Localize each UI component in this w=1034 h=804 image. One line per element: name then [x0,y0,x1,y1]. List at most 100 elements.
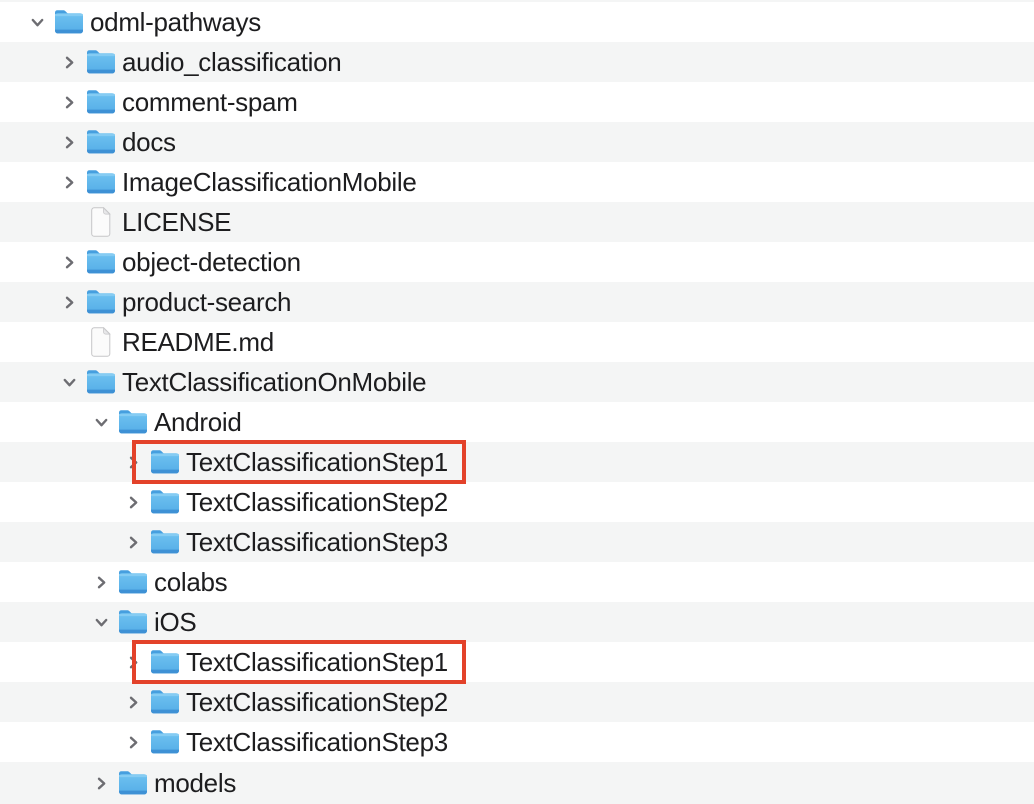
item-label: iOS [154,602,196,642]
tree-row-folder[interactable]: TextClassificationStep3 [0,522,1034,562]
item-label: Android [154,402,242,442]
finder-file-tree: odml-pathways audio_classification comme… [0,0,1034,804]
tree-row-folder[interactable]: object-detection [0,242,1034,282]
tree-row-file[interactable]: README.md [0,322,1034,362]
indent-spacer [0,162,62,202]
folder-icon [86,249,116,275]
indent-spacer [0,282,62,322]
tree-rows-container: odml-pathways audio_classification comme… [0,2,1034,804]
item-label: TextClassificationStep1 [186,442,448,482]
icon-slot [118,402,148,442]
tree-row-folder[interactable]: audio_classification [0,42,1034,82]
chevron-down-icon [62,375,77,390]
tree-row-folder[interactable]: colabs [0,562,1034,602]
folder-icon [150,649,180,675]
tree-row-folder[interactable]: product-search [0,282,1034,322]
chevron-right-icon [126,735,141,750]
tree-row-folder[interactable]: comment-spam [0,82,1034,122]
disclosure-collapsed[interactable] [94,562,118,602]
icon-slot [86,82,116,122]
chevron-down-icon [94,615,109,630]
tree-row-folder[interactable]: TextClassificationStep2 [0,682,1034,722]
disclosure-collapsed[interactable] [62,282,86,322]
indent-spacer [0,442,126,482]
folder-icon [118,770,148,796]
tree-row-folder[interactable]: TextClassificationOnMobile [0,362,1034,402]
disclosure-collapsed[interactable] [126,482,150,522]
tree-row-folder[interactable]: Android [0,402,1034,442]
disclosure-collapsed[interactable] [126,442,150,482]
tree-row-folder-highlighted[interactable]: TextClassificationStep1 [0,442,1034,482]
tree-row-folder[interactable]: iOS [0,602,1034,642]
disclosure-collapsed[interactable] [62,242,86,282]
tree-row-file[interactable]: LICENSE [0,202,1034,242]
tree-row-folder[interactable]: docs [0,122,1034,162]
icon-slot [86,162,116,202]
chevron-right-icon [62,55,77,70]
disclosure-none [62,322,86,362]
disclosure-expanded[interactable] [62,362,86,402]
disclosure-collapsed[interactable] [126,522,150,562]
chevron-right-icon [94,575,109,590]
folder-icon [86,89,116,115]
indent-spacer [0,482,126,522]
item-label: TextClassificationStep2 [186,682,448,722]
item-label: LICENSE [122,202,231,242]
chevron-right-icon [126,455,141,470]
chevron-right-icon [62,135,77,150]
tree-row-folder[interactable]: models [0,762,1034,804]
icon-slot [150,482,180,522]
icon-slot [150,522,180,562]
file-icon [89,207,113,237]
item-label: odml-pathways [90,2,261,42]
folder-icon [118,569,148,595]
disclosure-collapsed[interactable] [62,122,86,162]
disclosure-collapsed[interactable] [126,682,150,722]
folder-icon [118,409,148,435]
item-label: audio_classification [122,42,341,82]
icon-slot [86,122,116,162]
item-label: TextClassificationStep2 [186,482,448,522]
disclosure-expanded[interactable] [94,602,118,642]
indent-spacer [0,682,126,722]
indent-spacer [0,362,62,402]
disclosure-none [62,202,86,242]
indent-spacer [0,42,62,82]
icon-slot [150,642,180,682]
disclosure-collapsed[interactable] [94,763,118,803]
tree-row-folder[interactable]: ImageClassificationMobile [0,162,1034,202]
chevron-right-icon [126,495,141,510]
item-label: models [154,763,236,803]
chevron-down-icon [94,415,109,430]
disclosure-expanded[interactable] [30,2,54,42]
disclosure-collapsed[interactable] [62,82,86,122]
chevron-right-icon [126,695,141,710]
tree-row-folder[interactable]: TextClassificationStep2 [0,482,1034,522]
folder-icon [86,129,116,155]
icon-slot [86,42,116,82]
folder-icon [54,9,84,35]
indent-spacer [0,562,94,602]
folder-icon [118,609,148,635]
chevron-down-icon [30,15,45,30]
indent-spacer [0,602,94,642]
folder-icon [86,289,116,315]
disclosure-collapsed[interactable] [62,162,86,202]
item-label: ImageClassificationMobile [122,162,417,202]
indent-spacer [0,322,62,362]
disclosure-collapsed[interactable] [62,42,86,82]
folder-icon [150,449,180,475]
chevron-right-icon [62,255,77,270]
tree-row-folder-highlighted[interactable]: TextClassificationStep1 [0,642,1034,682]
chevron-right-icon [126,655,141,670]
disclosure-expanded[interactable] [94,402,118,442]
tree-row-folder[interactable]: odml-pathways [0,2,1034,42]
tree-row-folder[interactable]: TextClassificationStep3 [0,722,1034,762]
chevron-right-icon [62,175,77,190]
icon-slot [86,202,116,242]
folder-icon [150,529,180,555]
disclosure-collapsed[interactable] [126,642,150,682]
indent-spacer [0,2,30,42]
disclosure-collapsed[interactable] [126,722,150,762]
icon-slot [86,322,116,362]
